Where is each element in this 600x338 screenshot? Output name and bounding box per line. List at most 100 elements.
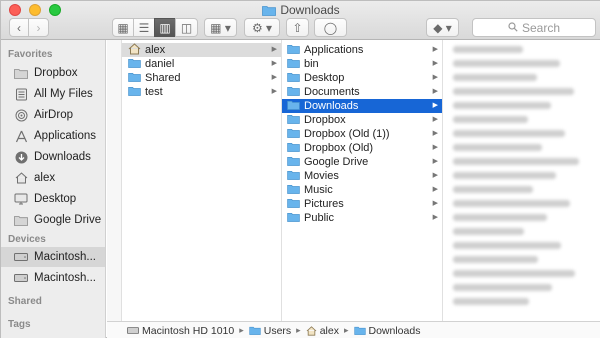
sidebar-item-label: All My Files bbox=[34, 88, 93, 100]
column-downloads-preview[interactable] bbox=[443, 40, 600, 321]
blurred-file-row bbox=[453, 88, 574, 95]
list-item[interactable]: bin ▶ bbox=[282, 57, 442, 71]
list-item[interactable]: Documents ▶ bbox=[282, 85, 442, 99]
folder-icon bbox=[287, 212, 300, 225]
sidebar-item-macintosh-hd[interactable]: Macintosh... bbox=[1, 247, 105, 267]
list-item[interactable]: Google Drive ▶ bbox=[282, 155, 442, 169]
column-view-button[interactable]: ▥ bbox=[154, 18, 176, 37]
icon-view-button[interactable]: ▦ bbox=[112, 18, 134, 37]
sidebar-item-label: AirDrop bbox=[34, 109, 73, 121]
arrange-button[interactable]: ▦ ▾ bbox=[204, 18, 237, 37]
blurred-file-row bbox=[453, 186, 533, 193]
disclosure-arrow-icon: ▶ bbox=[432, 60, 438, 67]
dropbox-button[interactable]: ◆ ▾ bbox=[426, 18, 459, 37]
disclosure-arrow-icon: ▶ bbox=[432, 102, 438, 109]
blurred-file-row bbox=[453, 130, 565, 137]
action-gear-button[interactable]: ⚙ ▾ bbox=[244, 18, 280, 37]
disclosure-arrow-icon: ▶ bbox=[432, 172, 438, 179]
path-item-disk[interactable]: Macintosh HD 1010 bbox=[127, 325, 234, 337]
back-button[interactable]: ‹ bbox=[9, 18, 29, 37]
column-root[interactable]: ▸ bbox=[107, 40, 227, 321]
column-users[interactable]: alex ▶ daniel ▶ Shared ▶ test ▶ bbox=[122, 40, 282, 321]
blurred-file-row bbox=[453, 200, 570, 207]
blurred-file-row bbox=[453, 214, 547, 221]
folder-icon bbox=[353, 326, 366, 335]
view-mode-group: ▦ ☰ ▥ ◫ bbox=[112, 18, 198, 37]
sidebar-item-label: Desktop bbox=[34, 193, 77, 205]
sidebar-item-alex[interactable]: alex bbox=[1, 168, 105, 188]
list-item[interactable]: Downloads ▶ bbox=[282, 99, 442, 113]
list-item-label: Desktop bbox=[304, 72, 345, 84]
list-item-label: Public bbox=[304, 212, 334, 224]
sidebar-item-all-my-files[interactable]: All My Files bbox=[1, 84, 105, 104]
list-item-label: Music bbox=[304, 184, 333, 196]
search-field[interactable]: Search bbox=[472, 18, 596, 37]
blurred-file-row bbox=[453, 144, 542, 151]
list-item[interactable]: Applications ▶ bbox=[282, 43, 442, 57]
folder-icon bbox=[14, 213, 28, 227]
home-icon bbox=[306, 325, 317, 336]
list-view-button[interactable]: ☰ bbox=[133, 18, 155, 37]
edit-tags-button[interactable]: ◯ bbox=[314, 18, 347, 37]
home-icon bbox=[14, 171, 28, 185]
disclosure-arrow-icon: ▶ bbox=[432, 116, 438, 123]
disclosure-arrow-icon: ▶ bbox=[271, 88, 277, 95]
list-item-label: Google Drive bbox=[304, 156, 369, 168]
sidebar-item-dropbox[interactable]: Dropbox bbox=[1, 63, 105, 83]
column-home[interactable]: Applications ▶ bin ▶ Desktop ▶ Documents ▶ Downl… bbox=[282, 40, 443, 321]
folder-icon bbox=[287, 170, 300, 183]
list-item[interactable]: alex ▶ bbox=[122, 42, 281, 57]
list-item[interactable]: test ▶ bbox=[122, 85, 281, 99]
disclosure-arrow-icon: ▶ bbox=[432, 200, 438, 207]
list-item[interactable]: Shared ▶ bbox=[122, 71, 281, 85]
folder-icon bbox=[287, 100, 300, 113]
disclosure-arrow-icon: ▶ bbox=[432, 88, 438, 95]
path-item-users[interactable]: Users bbox=[249, 325, 291, 337]
list-item[interactable]: Dropbox (Old (1)) ▶ bbox=[282, 127, 442, 141]
sidebar-item-macintosh-hd-2[interactable]: Macintosh... bbox=[1, 268, 105, 288]
window-title-text: Downloads bbox=[280, 3, 340, 17]
list-item[interactable]: Public ▶ bbox=[282, 211, 442, 225]
folder-icon bbox=[287, 198, 300, 211]
blurred-file-row bbox=[453, 102, 551, 109]
list-item[interactable]: Dropbox (Old) ▶ bbox=[282, 141, 442, 155]
window-title: Downloads bbox=[1, 3, 600, 19]
blurred-file-row bbox=[453, 284, 552, 291]
list-item-label: Dropbox bbox=[304, 114, 346, 126]
sidebar-item-desktop[interactable]: Desktop bbox=[1, 189, 105, 209]
list-item[interactable]: Music ▶ bbox=[282, 183, 442, 197]
hard-drive-icon bbox=[127, 326, 139, 335]
cover-flow-button[interactable]: ◫ bbox=[175, 18, 198, 37]
list-item[interactable]: Desktop ▶ bbox=[282, 71, 442, 85]
path-item-alex[interactable]: alex bbox=[306, 325, 339, 337]
folder-icon bbox=[128, 58, 141, 71]
all-files-icon bbox=[14, 87, 28, 101]
path-item-downloads[interactable]: Downloads bbox=[353, 325, 420, 337]
blurred-file-row bbox=[453, 242, 561, 249]
sidebar-item-airdrop[interactable]: AirDrop bbox=[1, 105, 105, 125]
blurred-file-row bbox=[453, 298, 529, 305]
blurred-file-row bbox=[453, 74, 537, 81]
forward-button[interactable]: › bbox=[28, 18, 49, 37]
list-item[interactable]: Movies ▶ bbox=[282, 169, 442, 183]
toolbar: Downloads ‹ › ▦ ☰ ▥ ◫ ▦ ▾ ⚙ ▾ ⇧ ◯ ◆ ▾ Se… bbox=[1, 1, 600, 40]
sidebar: Favorites Dropbox All My Files AirDrop A… bbox=[1, 40, 106, 338]
list-item[interactable]: daniel ▶ bbox=[122, 57, 281, 71]
blurred-file-row bbox=[453, 270, 575, 277]
disclosure-arrow-icon: ▶ bbox=[271, 46, 277, 53]
folder-icon bbox=[287, 72, 300, 85]
blurred-file-row bbox=[453, 172, 556, 179]
list-item[interactable]: Pictures ▶ bbox=[282, 197, 442, 211]
search-placeholder: Search bbox=[521, 20, 561, 35]
sidebar-item-downloads[interactable]: Downloads bbox=[1, 147, 105, 167]
folder-icon bbox=[287, 156, 300, 169]
sidebar-item-google-drive[interactable]: Google Drive bbox=[1, 210, 105, 230]
sidebar-item-applications[interactable]: Applications bbox=[1, 126, 105, 146]
list-item-label: Applications bbox=[304, 44, 364, 56]
navigation-group: ‹ › bbox=[9, 18, 49, 37]
path-item-label: alex bbox=[319, 324, 339, 337]
share-button[interactable]: ⇧ bbox=[286, 18, 309, 37]
folder-icon bbox=[287, 86, 300, 99]
disclosure-arrow-icon: ▶ bbox=[432, 158, 438, 165]
list-item[interactable]: Dropbox ▶ bbox=[282, 113, 442, 127]
